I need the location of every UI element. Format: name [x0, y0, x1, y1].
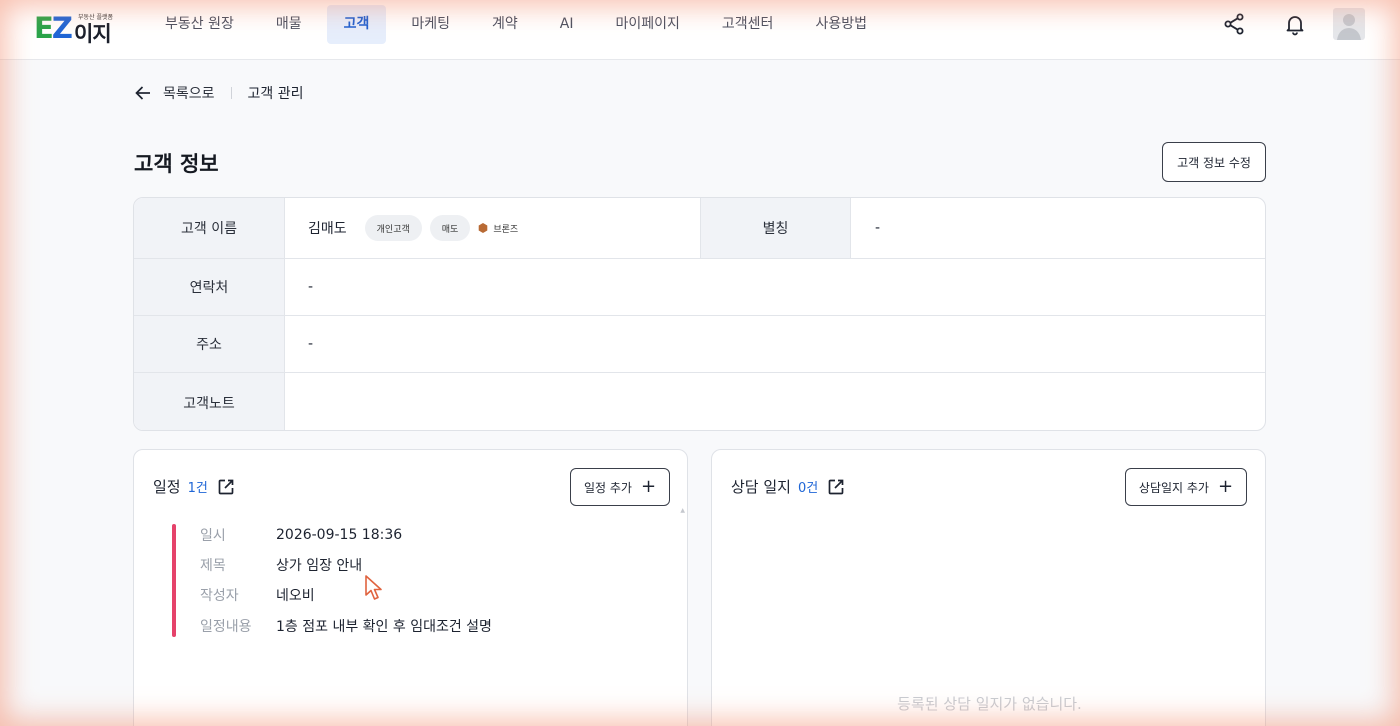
- nav-item-marketing[interactable]: 마케팅: [394, 5, 467, 44]
- schedule-card: 일정 1건 일정 추가 + ▲ 일시 2026-09-15 18:36 제목 상…: [133, 449, 688, 726]
- entry-date-value: 2026-09-15 18:36: [276, 527, 403, 543]
- consultation-title: 상담 일지: [731, 478, 791, 496]
- entry-row-subject: 제목 상가 임장 안내: [200, 555, 362, 575]
- entry-author-value: 네오비: [276, 588, 315, 604]
- name-value-group: 김매도 개인고객 매도 브론즈: [308, 198, 518, 258]
- add-consultation-label: 상담일지 추가: [1138, 480, 1209, 495]
- edit-customer-button[interactable]: 고객 정보 수정: [1162, 142, 1266, 182]
- avatar-icon: [1337, 14, 1361, 40]
- entry-subject-value: 상가 임장 안내: [276, 558, 363, 574]
- tag-badge: 개인고객: [364, 215, 422, 241]
- logo-korean: 이지: [74, 22, 112, 46]
- schedule-entry[interactable]: 일시 2026-09-15 18:36 제목 상가 임장 안내 작성자 네오비 …: [172, 524, 672, 638]
- external-link-icon[interactable]: [826, 477, 846, 497]
- add-consultation-button[interactable]: 상담일지 추가 +: [1125, 468, 1247, 506]
- entry-subject-label: 제목: [200, 558, 226, 574]
- main-nav: 부동산 원장 매물 고객 마케팅 계약 AI 마이페이지 고객센터 사용방법: [148, 5, 892, 44]
- share-icon[interactable]: [1222, 12, 1246, 36]
- entry-row-author: 작성자 네오비: [200, 585, 315, 605]
- ezeasy-logo[interactable]: 부동산 플랫폼 EZ 이지: [34, 9, 114, 49]
- contact-value: -: [308, 279, 314, 295]
- nav-item-ai[interactable]: AI: [543, 5, 591, 44]
- nav-item-customers[interactable]: 고객: [326, 5, 387, 44]
- info-row-contact: 연락처 -: [134, 259, 1265, 316]
- grade-label: 브론즈: [493, 224, 519, 235]
- entry-row-content: 일정내용 1층 점포 내부 확인 후 임대조건 설명: [200, 616, 492, 636]
- schedule-count: 1건: [187, 481, 208, 496]
- info-row-address: 주소 -: [134, 316, 1265, 373]
- info-row-note: 고객노트: [134, 373, 1265, 430]
- add-schedule-button[interactable]: 일정 추가 +: [570, 468, 670, 506]
- name-label: 고객 이름: [134, 198, 285, 258]
- info-row-name: 고객 이름 김매도 개인고객 매도 브론즈 별칭 -: [134, 198, 1265, 259]
- avatar[interactable]: [1333, 8, 1365, 40]
- customer-name: 김매도: [308, 221, 347, 237]
- tag-badge: 매도: [429, 215, 471, 241]
- back-to-list-link[interactable]: 목록으로: [134, 83, 215, 103]
- arrow-left-icon: [135, 86, 150, 100]
- page-title: 고객 정보: [134, 152, 219, 176]
- nav-item-guide[interactable]: 사용방법: [798, 5, 884, 44]
- grade-badge: 브론즈: [478, 222, 518, 235]
- logo-ez: EZ: [34, 11, 73, 45]
- bell-icon[interactable]: [1283, 12, 1307, 36]
- nav-item-contracts[interactable]: 계약: [475, 5, 535, 44]
- plus-icon: +: [640, 476, 657, 497]
- alias-value: -: [875, 220, 881, 236]
- entry-content-value: 1층 점포 내부 확인 후 임대조건 설명: [276, 619, 492, 635]
- nav-item-support[interactable]: 고객센터: [705, 5, 791, 44]
- breadcrumb-current: 고객 관리: [247, 86, 304, 102]
- breadcrumb-divider: [230, 87, 232, 99]
- entry-date-label: 일시: [200, 528, 226, 544]
- alias-label: 별칭: [700, 198, 851, 258]
- address-label: 주소: [134, 316, 285, 372]
- nav-item-mypage[interactable]: 마이페이지: [599, 5, 697, 44]
- consultation-log-card: 상담 일지 0건 상담일지 추가 + 등록된 상담 일지가 없습니다.: [711, 449, 1266, 726]
- entry-author-label: 작성자: [200, 588, 239, 604]
- contact-label: 연락처: [134, 259, 285, 315]
- plus-icon: +: [1217, 476, 1234, 497]
- entry-content-label: 일정내용: [200, 619, 252, 635]
- schedule-color-bar: [172, 524, 176, 637]
- breadcrumb: 목록으로 고객 관리: [134, 82, 304, 104]
- customer-info-table: 고객 이름 김매도 개인고객 매도 브론즈 별칭 - 연락처 - 주소 - 고객…: [133, 197, 1266, 431]
- nav-item-listings[interactable]: 매물: [259, 5, 319, 44]
- external-link-icon[interactable]: [216, 477, 236, 497]
- mouse-cursor-icon: [365, 575, 382, 600]
- entry-row-date: 일시 2026-09-15 18:36: [200, 525, 402, 545]
- schedule-header: 일정 1건: [153, 476, 236, 497]
- note-label: 고객노트: [134, 373, 285, 430]
- empty-state-text: 등록된 상담 일지가 없습니다.: [897, 695, 1082, 713]
- hexagon-icon: [479, 223, 488, 233]
- address-value: -: [308, 336, 314, 352]
- top-navigation-bar: 부동산 플랫폼 EZ 이지 부동산 원장 매물 고객 마케팅 계약 AI 마이페…: [0, 0, 1400, 60]
- nav-item-ledger[interactable]: 부동산 원장: [148, 5, 251, 44]
- add-schedule-label: 일정 추가: [583, 480, 632, 495]
- scrollbar-arrow-up[interactable]: ▲: [680, 507, 685, 514]
- back-label: 목록으로: [163, 86, 215, 102]
- consultation-header: 상담 일지 0건: [731, 476, 846, 497]
- schedule-title: 일정: [153, 478, 181, 496]
- consultation-count: 0건: [797, 481, 819, 496]
